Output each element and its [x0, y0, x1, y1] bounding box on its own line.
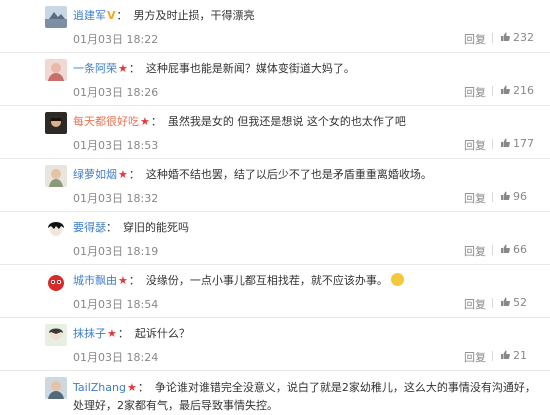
colon: ：: [128, 62, 140, 75]
username-link[interactable]: 绿萝如烟: [73, 168, 117, 181]
comment-item: 城市飘由★： 没缘份，一点小事儿都互相找茬，就不应该办事。 01月03日 18:5…: [0, 265, 550, 318]
username-link[interactable]: 一条阿荣: [73, 62, 117, 75]
comment-item: 每天都很好吃★： 虽然我是女的 但我还是想说 这个女的也太作了吧 01月03日 1…: [0, 106, 550, 159]
like-count: 96: [513, 190, 527, 203]
like-count: 216: [513, 84, 534, 97]
divider: [492, 192, 493, 202]
like-button[interactable]: 177: [500, 137, 534, 150]
comment-item: 要得瑟： 穿旧的能死吗 01月03日 18:19 回复 66: [0, 212, 550, 265]
comment-item: 绿萝如烟★： 这种婚不结也罢，结了以后少不了也是矛盾重重离婚收场。 01月03日 …: [0, 159, 550, 212]
member-star-icon: ★: [118, 168, 128, 181]
member-star-icon: ★: [118, 62, 128, 75]
like-count: 232: [513, 31, 534, 44]
comment-item: 逍建军V： 男方及时止损，干得漂亮 01月03日 18:22 回复 232: [0, 0, 550, 53]
avatar[interactable]: [45, 271, 67, 293]
username-link[interactable]: 逍建军: [73, 9, 106, 22]
comment-text: 没缘份，一点小事儿都互相找茬，就不应该办事。: [145, 274, 388, 287]
avatar[interactable]: [45, 6, 67, 28]
comment-line: 一条阿荣★： 这种屁事也能是新闻？媒体变街道大妈了。: [73, 61, 540, 77]
divider: [492, 139, 493, 149]
divider: [492, 298, 493, 308]
thumbs-up-icon: [501, 32, 510, 41]
comment-time: 01月03日 18:53: [73, 139, 159, 152]
comment-line: TailZhang★： 争论谁对谁错完全没意义，说白了就是2家幼稚儿，这么大的事情…: [73, 379, 540, 415]
thumbs-up-icon: [501, 191, 510, 200]
username-link[interactable]: 要得瑟: [73, 221, 106, 234]
thumbs-up-icon: [501, 138, 510, 147]
comment-line: 逍建军V： 男方及时止损，干得漂亮: [73, 8, 540, 24]
comment-text: 起诉什么？: [134, 327, 190, 340]
reply-button[interactable]: 回复: [464, 137, 486, 153]
comment-item: TailZhang★： 争论谁对谁错完全没意义，说白了就是2家幼稚儿，这么大的事情…: [0, 371, 550, 412]
divider: [492, 245, 493, 255]
username-link[interactable]: TailZhang: [73, 381, 126, 394]
comment-time: 01月03日 18:54: [73, 298, 159, 311]
vip-badge-icon: V: [107, 9, 116, 22]
like-button[interactable]: 96: [500, 190, 527, 203]
comment-time: 01月03日 18:24: [73, 351, 159, 364]
reply-button[interactable]: 回复: [464, 243, 486, 259]
colon: ：: [128, 274, 140, 287]
comment-text: 虽然我是女的 但我还是想说 这个女的也太作了吧: [167, 115, 406, 128]
colon: ：: [137, 381, 149, 394]
reply-button[interactable]: 回复: [464, 349, 486, 365]
comment-time: 01月03日 18:26: [73, 86, 159, 99]
colon: ：: [116, 9, 128, 22]
avatar[interactable]: [45, 377, 67, 399]
divider: [492, 351, 493, 361]
thumbs-up-icon: [501, 85, 510, 94]
comment-line: 要得瑟： 穿旧的能死吗: [73, 220, 540, 236]
username-link[interactable]: 每天都很好吃: [73, 115, 139, 128]
username-link[interactable]: 抹抹子: [73, 327, 106, 340]
like-button[interactable]: 21: [500, 349, 527, 362]
colon: ：: [128, 168, 140, 181]
reply-button[interactable]: 回复: [464, 31, 486, 47]
like-button[interactable]: 216: [500, 84, 534, 97]
thumbs-up-icon: [501, 297, 510, 306]
avatar[interactable]: [45, 112, 67, 134]
comment-time: 01月03日 18:22: [73, 33, 159, 46]
comment-time: 01月03日 18:19: [73, 245, 159, 258]
comment-item: 一条阿荣★： 这种屁事也能是新闻？媒体变街道大妈了。 01月03日 18:26 回…: [0, 53, 550, 106]
avatar[interactable]: [45, 218, 67, 240]
comment-item: 抹抹子★： 起诉什么？ 01月03日 18:24 回复 21: [0, 318, 550, 371]
reply-button[interactable]: 回复: [464, 84, 486, 100]
comment-line: 每天都很好吃★： 虽然我是女的 但我还是想说 这个女的也太作了吧: [73, 114, 540, 130]
like-count: 66: [513, 243, 527, 256]
divider: [492, 33, 493, 43]
divider: [492, 86, 493, 96]
like-button[interactable]: 52: [500, 296, 527, 309]
like-button[interactable]: 232: [500, 31, 534, 44]
comment-text: 这种屁事也能是新闻？媒体变街道大妈了。: [145, 62, 355, 75]
reply-button[interactable]: 回复: [464, 296, 486, 312]
comment-text: 这种婚不结也罢，结了以后少不了也是矛盾重重离婚收场。: [145, 168, 432, 181]
avatar[interactable]: [45, 324, 67, 346]
comment-line: 抹抹子★： 起诉什么？: [73, 326, 540, 342]
comment-line: 城市飘由★： 没缘份，一点小事儿都互相找茬，就不应该办事。: [73, 273, 540, 289]
thumbs-up-icon: [501, 350, 510, 359]
avatar[interactable]: [45, 59, 67, 81]
member-star-icon: ★: [107, 327, 117, 340]
member-star-icon: ★: [140, 115, 150, 128]
username-link[interactable]: 城市飘由: [73, 274, 117, 287]
colon: ：: [117, 327, 129, 340]
like-count: 21: [513, 349, 527, 362]
smile-emoji-icon: [390, 273, 404, 286]
comment-time: 01月03日 18:32: [73, 192, 159, 205]
reply-button[interactable]: 回复: [464, 190, 486, 206]
comment-text: 男方及时止损，干得漂亮: [133, 9, 255, 22]
like-button[interactable]: 66: [500, 243, 527, 256]
thumbs-up-icon: [501, 244, 510, 253]
like-count: 177: [513, 137, 534, 150]
like-count: 52: [513, 296, 527, 309]
colon: ：: [150, 115, 162, 128]
avatar[interactable]: [45, 165, 67, 187]
comment-line: 绿萝如烟★： 这种婚不结也罢，结了以后少不了也是矛盾重重离婚收场。: [73, 167, 540, 183]
member-star-icon: ★: [126, 381, 137, 394]
member-star-icon: ★: [118, 274, 128, 287]
comment-text: 穿旧的能死吗: [123, 221, 189, 234]
colon: ：: [106, 221, 117, 234]
